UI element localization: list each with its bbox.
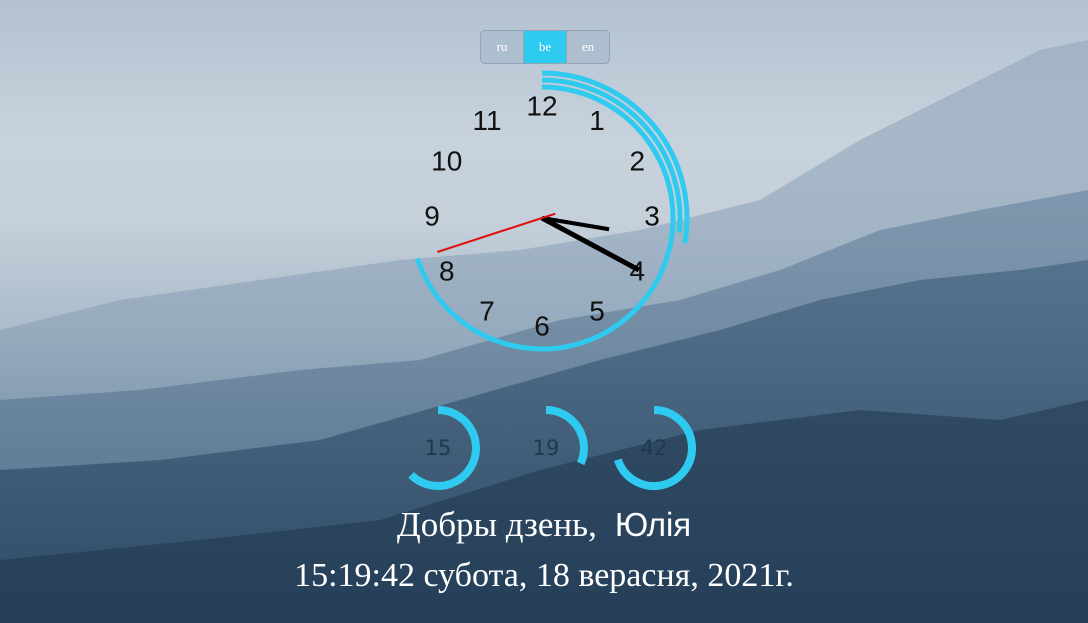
seconds-ring-label: 42 xyxy=(640,436,668,460)
clock-number: 7 xyxy=(479,296,495,327)
clock-number: 10 xyxy=(431,145,462,176)
clock-number: 3 xyxy=(644,200,660,231)
seconds-ring: 42 xyxy=(608,402,700,494)
clock-second-hand xyxy=(437,217,543,253)
clock-number: 2 xyxy=(629,145,645,176)
minutes-ring: 19 xyxy=(500,402,592,494)
clock-number: 6 xyxy=(534,310,550,341)
analog-clock: 121234567891011 xyxy=(415,70,690,352)
clock-number: 9 xyxy=(424,200,440,231)
hours-ring-label: 15 xyxy=(424,436,452,460)
hours-ring: 15 xyxy=(392,402,484,494)
clock-number: 5 xyxy=(589,296,605,327)
lang-button-be[interactable]: be xyxy=(524,31,567,63)
greeting-text: Добры дзень, xyxy=(396,505,597,544)
greeting: Добры дзень, Юлія xyxy=(0,505,1088,545)
clock-number: 1 xyxy=(589,105,605,136)
lang-button-en[interactable]: en xyxy=(567,31,609,63)
date-time-display: 15:19:42 субота, 18 верасня, 2021г. xyxy=(294,557,794,594)
clock-number: 8 xyxy=(439,255,455,286)
greeting-name: Юлія xyxy=(614,506,692,543)
clock-number: 12 xyxy=(526,90,557,121)
minutes-ring-label: 19 xyxy=(532,436,560,460)
language-switcher: ru be en xyxy=(480,30,610,64)
lang-button-ru[interactable]: ru xyxy=(481,31,524,63)
clock-number: 11 xyxy=(472,105,501,136)
